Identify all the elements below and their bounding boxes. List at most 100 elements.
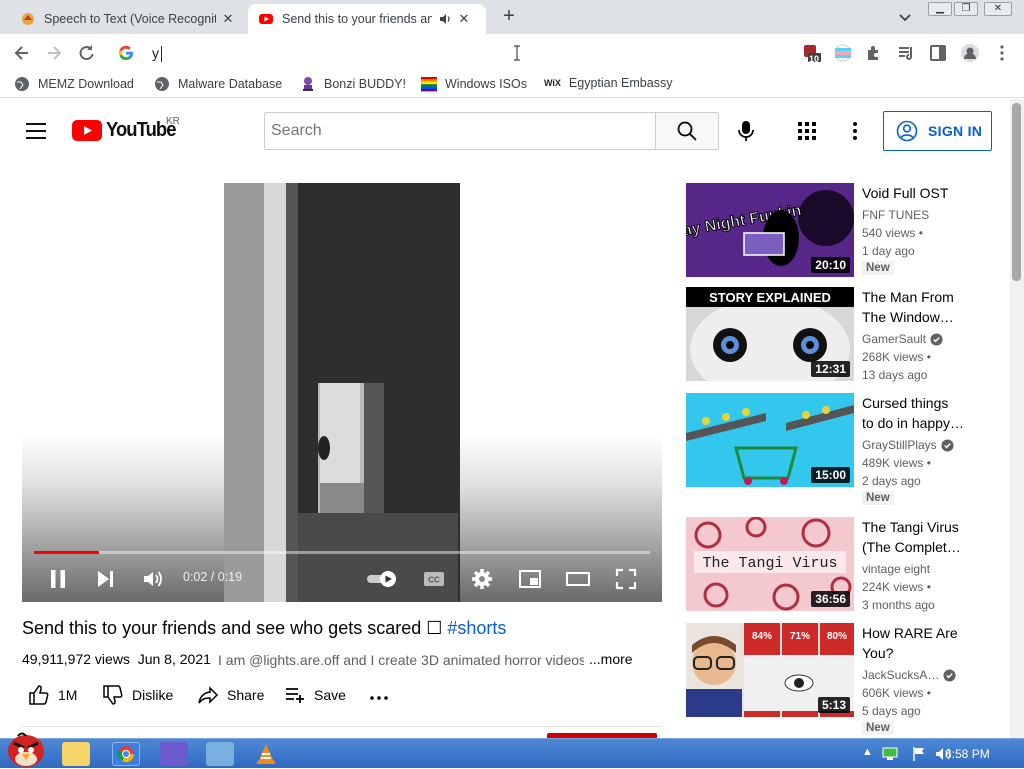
video-frame <box>224 183 460 602</box>
title-line-1: Void Full OST <box>862 185 949 201</box>
voice-search-button[interactable] <box>734 119 758 143</box>
related-video-title[interactable]: Cursed things to do in happy… <box>862 393 970 433</box>
video-thumbnail[interactable]: 15:00 <box>686 393 854 487</box>
video-thumbnail[interactable]: 84% 71% 80% 5:13 <box>686 623 854 717</box>
related-video-card[interactable]: 84% 71% 80% 5:13 How RARE Are You? JackSu… <box>686 623 1006 738</box>
microphone-icon <box>738 121 754 141</box>
miniplayer-icon[interactable] <box>518 567 542 591</box>
tab-close-icon[interactable]: ✕ <box>456 11 472 27</box>
taskbar-vlc-icon[interactable] <box>252 742 280 766</box>
network-icon[interactable] <box>882 747 898 761</box>
related-video-card[interactable]: Friday Night Funkin 20:10 Void Full OST … <box>686 183 1006 283</box>
video-player[interactable]: 0:02 / 0:19 CC <box>22 183 662 602</box>
search-box[interactable] <box>264 112 656 150</box>
search-button[interactable] <box>655 112 719 150</box>
more-actions-icon[interactable] <box>369 688 389 708</box>
title-line-1: How RARE Are <box>862 625 958 641</box>
subtitles-cc-icon[interactable]: CC <box>422 567 446 591</box>
show-hidden-icons-icon[interactable]: ▲ <box>862 746 873 758</box>
sign-in-button[interactable]: SIGN IN <box>883 111 992 151</box>
minimize-button[interactable]: ▁ <box>928 2 952 16</box>
related-video-title[interactable]: How RARE Are You? <box>862 623 970 663</box>
new-tab-button[interactable]: + <box>498 6 520 28</box>
thumb-text-tangi: The Tangi Virus <box>702 555 837 572</box>
tab-strip: Speech to Text (Voice Recognition) ✕ Sen… <box>0 0 1024 34</box>
next-icon[interactable] <box>94 567 118 591</box>
fullscreen-icon[interactable] <box>614 567 638 591</box>
bookmark-egyptian-embassy[interactable]: WiX Egyptian Embassy <box>544 76 672 90</box>
like-button[interactable]: 1M <box>28 684 77 706</box>
restore-button[interactable]: ❐ <box>954 2 978 16</box>
save-button[interactable]: Save <box>284 684 346 706</box>
video-description-snippet[interactable]: I am @lights.are.off and I create 3D ani… <box>218 652 584 668</box>
taskbar-network-app-icon[interactable] <box>206 742 234 766</box>
related-video-title[interactable]: Void Full OST <box>862 183 970 203</box>
apps-grid-icon[interactable] <box>795 119 819 143</box>
search-input[interactable] <box>265 113 656 149</box>
page-scrollbar[interactable] <box>1010 99 1024 738</box>
taskbar-chrome-icon[interactable] <box>112 742 140 766</box>
tab-close-icon[interactable]: ✕ <box>220 11 236 27</box>
progress-bar[interactable] <box>34 551 650 554</box>
profile-avatar-icon[interactable] <box>960 43 980 63</box>
thumb-percent: 80% <box>827 631 847 642</box>
browser-menu-icon[interactable] <box>992 43 1012 63</box>
autoplay-toggle-icon[interactable] <box>366 567 402 591</box>
reload-icon[interactable] <box>76 43 96 63</box>
channel-name[interactable]: GamerSault <box>862 332 943 346</box>
scrollbar-thumb[interactable] <box>1012 103 1021 281</box>
related-video-card[interactable]: STORY EXPLAINED 12:31 The Man From The Wi… <box>686 287 1006 387</box>
settings-gear-icon[interactable] <box>470 567 494 591</box>
close-window-button[interactable]: ✕ <box>984 2 1012 16</box>
related-video-title[interactable]: The Man From The Window… <box>862 287 970 327</box>
video-thumbnail[interactable]: Friday Night Funkin 20:10 <box>686 183 854 277</box>
settings-more-icon[interactable] <box>843 119 867 143</box>
menu-hamburger-icon[interactable] <box>26 123 46 139</box>
taskbar-app-icon[interactable] <box>160 742 188 766</box>
channel-name[interactable]: FNF TUNES <box>862 208 929 222</box>
bookmarks-bar: MEMZ Download Malware Database Bonzi BUD… <box>0 72 1024 98</box>
angry-bird-start-icon[interactable] <box>4 729 48 769</box>
media-control-icon[interactable] <box>896 43 916 63</box>
upload-age: 1 day ago <box>862 244 915 258</box>
theater-mode-icon[interactable] <box>566 567 590 591</box>
channel-name[interactable]: vintage eight <box>862 562 930 576</box>
globe-icon <box>155 77 169 91</box>
taskbar-explorer-icon[interactable] <box>62 742 90 766</box>
extensions-puzzle-icon[interactable] <box>864 43 884 63</box>
side-panel-icon[interactable] <box>928 43 948 63</box>
tab-youtube-video[interactable]: Send this to your friends and see who ge… <box>248 4 486 34</box>
hashtag-link[interactable]: #shorts <box>447 618 506 638</box>
extension-badge-icon[interactable]: 10 <box>801 43 821 64</box>
title-line-1: The Tangi Virus <box>862 519 959 535</box>
video-title: Send this to your friends and see who ge… <box>22 618 506 639</box>
text-cursor-icon <box>514 45 520 61</box>
share-button[interactable]: Share <box>197 684 264 706</box>
related-video-card[interactable]: The Tangi Virus 36:56 The Tangi Virus (Th… <box>686 517 1006 617</box>
flag-icon[interactable] <box>912 746 926 762</box>
volume-icon[interactable] <box>141 567 165 591</box>
show-more-link[interactable]: ...more <box>589 651 633 667</box>
address-bar-text[interactable]: y <box>152 45 159 61</box>
google-g-icon <box>118 45 133 61</box>
bookmark-malware-database[interactable]: Malware Database <box>154 76 282 92</box>
channel-name[interactable]: GrayStillPlays <box>862 438 954 452</box>
back-arrow-icon[interactable] <box>12 43 32 63</box>
bookmark-memz[interactable]: MEMZ Download <box>14 76 134 92</box>
audio-playing-icon[interactable] <box>438 12 452 26</box>
related-video-title[interactable]: The Tangi Virus (The Complet… <box>862 517 970 557</box>
forward-arrow-icon[interactable] <box>44 43 64 63</box>
related-video-card[interactable]: 15:00 Cursed things to do in happy… GrayS… <box>686 393 1006 513</box>
bookmark-windows-isos[interactable]: Windows ISOs <box>421 76 527 92</box>
bookmark-bonzi-buddy[interactable]: Bonzi BUDDY! <box>300 76 406 92</box>
channel-name[interactable]: JackSucksA… <box>862 668 956 682</box>
video-duration: 15:00 <box>811 467 850 483</box>
video-thumbnail[interactable]: The Tangi Virus 36:56 <box>686 517 854 611</box>
tab-speech-to-text[interactable]: Speech to Text (Voice Recognition) ✕ <box>10 4 246 34</box>
tab-search-chevron-icon[interactable] <box>896 8 914 26</box>
video-thumbnail[interactable]: STORY EXPLAINED 12:31 <box>686 287 854 381</box>
dislike-button[interactable]: Dislike <box>102 684 173 706</box>
pause-icon[interactable] <box>46 567 70 591</box>
trans-extension-icon[interactable] <box>833 43 853 63</box>
address-bar[interactable]: y <box>110 37 790 69</box>
